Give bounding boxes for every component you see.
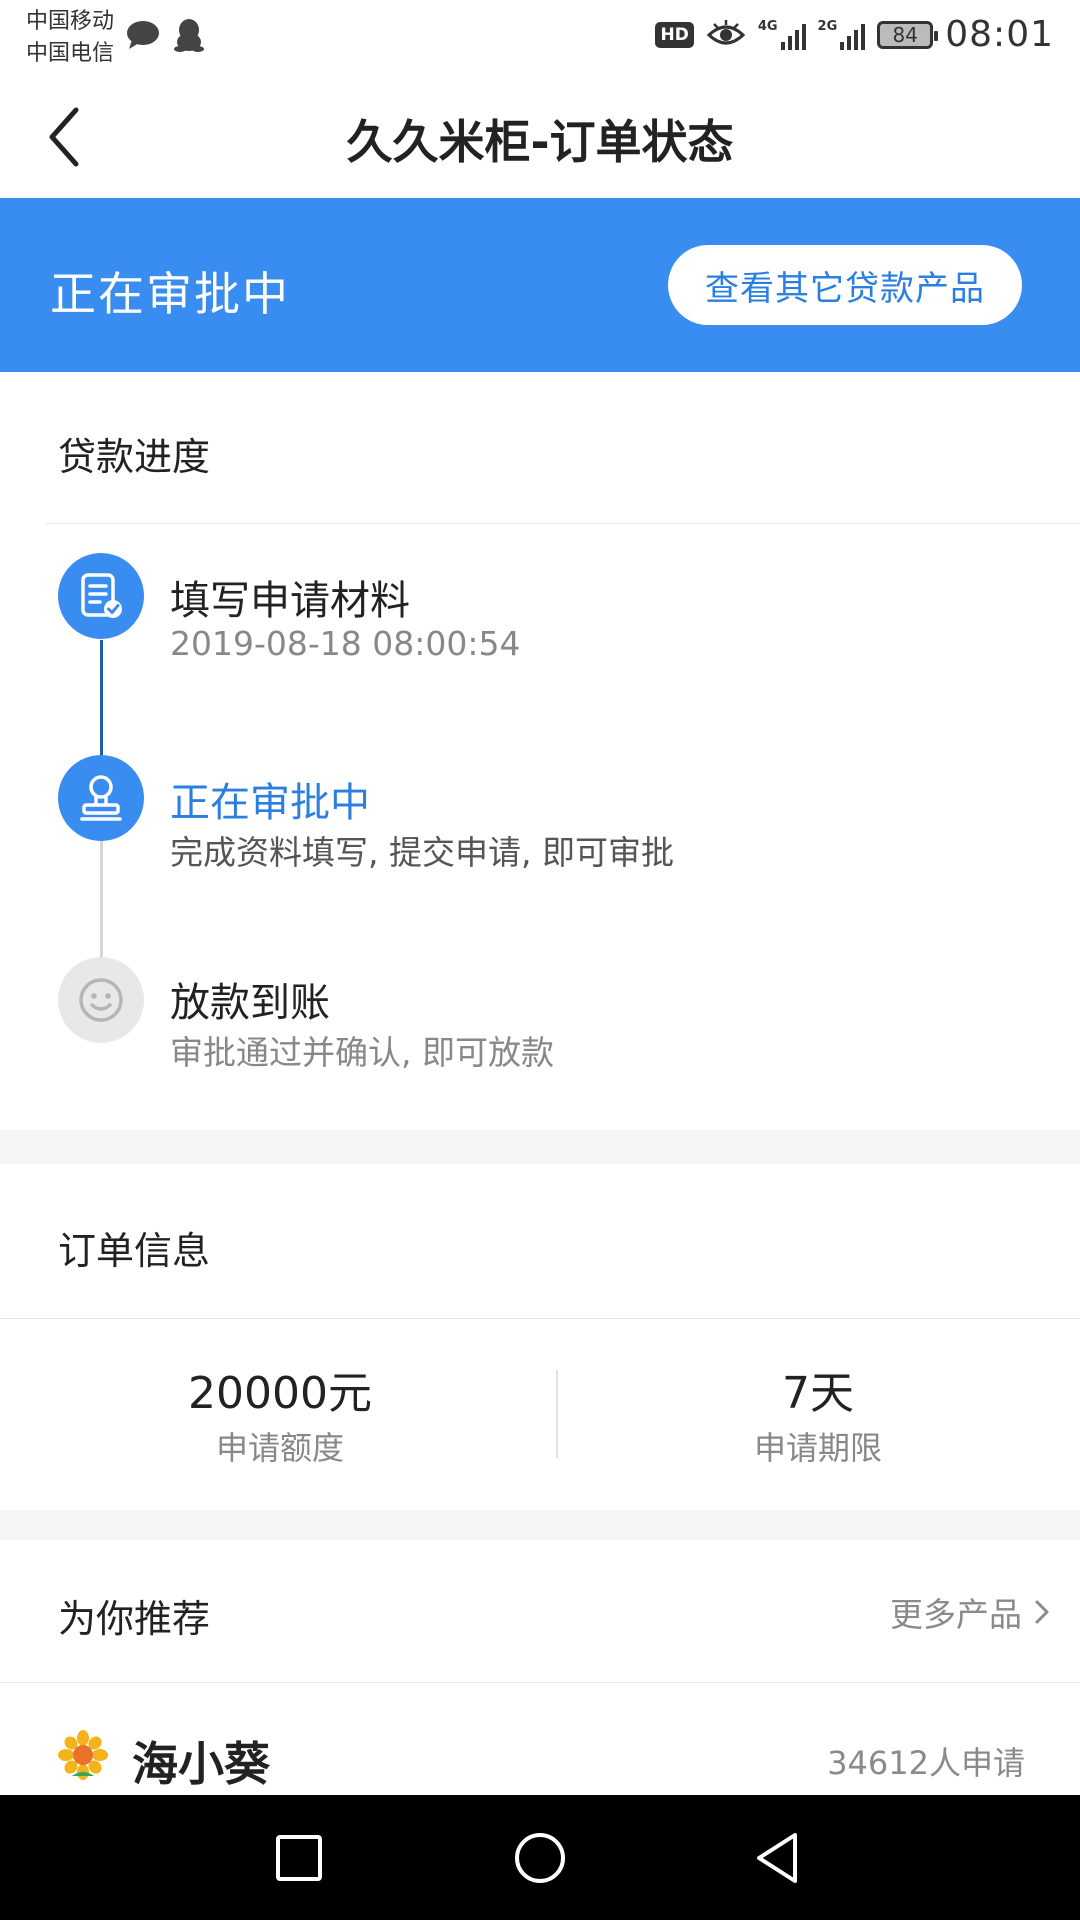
clock: 08:01: [945, 14, 1054, 55]
product-applicants: 34612人申请: [827, 1744, 1025, 1782]
recent-apps-button[interactable]: [264, 1823, 334, 1893]
carrier-info: 中国移动 中国电信: [26, 6, 114, 70]
status-banner: 正在审批中 查看其它贷款产品: [0, 198, 1080, 372]
product-name: 海小葵: [132, 1737, 270, 1791]
divider: [0, 1318, 1080, 1319]
stamp-icon: [80, 775, 122, 821]
more-products-link[interactable]: 更多产品: [890, 1588, 1050, 1636]
divider: [46, 523, 1080, 524]
step-1-time: 2019-08-18 08:00:54: [170, 624, 521, 663]
recommend-title: 为你推荐: [58, 1597, 211, 1641]
term-block: 7天 申请期限: [548, 1366, 1080, 1470]
section-gap: [0, 1130, 1080, 1164]
chevron-right-icon: [1035, 1600, 1049, 1624]
term-label: 申请期限: [753, 1429, 882, 1467]
message-bubble-icon: [127, 21, 159, 49]
approval-status: 正在审批中: [50, 267, 290, 321]
step-2-title: 正在审批中: [170, 780, 370, 826]
timeline-connector-pending: [100, 840, 103, 958]
progress-section-title: 贷款进度: [58, 435, 211, 479]
screen: 中国移动 中国电信 HD 4G 2G 84 08:01 久久米柜-订单状态 正在…: [0, 0, 1080, 1920]
signal-bars-icon: [780, 20, 806, 50]
system-indicators: HD 4G 2G 84 08:01: [655, 14, 1054, 55]
hd-badge: HD: [655, 21, 694, 48]
qq-penguin-icon: [174, 19, 204, 52]
more-products-label: 更多产品: [890, 1595, 1022, 1634]
sunflower-icon: [58, 1730, 108, 1780]
net-label-2: 2G: [817, 18, 838, 34]
amount-block: 20000元 申请额度: [10, 1366, 550, 1470]
section-gap: [0, 1510, 1080, 1540]
net-label-1: 4G: [757, 18, 778, 34]
amount-value: 20000元: [188, 1368, 372, 1419]
order-info-title: 订单信息: [58, 1229, 211, 1273]
home-icon: [515, 1833, 565, 1883]
timeline-connector-done: [100, 640, 103, 758]
notification-icons: [126, 18, 204, 52]
step-1-icon-circle: [58, 553, 144, 639]
system-nav-bar: [0, 1795, 1080, 1920]
carrier-2: 中国电信: [26, 41, 115, 66]
title-bar: 久久米柜-订单状态: [0, 76, 1080, 198]
view-other-loans-button[interactable]: 查看其它贷款产品: [668, 245, 1022, 325]
signal-2g: 2G: [817, 18, 866, 50]
step-3-desc: 审批通过并确认, 即可放款: [170, 1033, 554, 1072]
term-value: 7天: [782, 1368, 854, 1419]
amount-label: 申请额度: [215, 1429, 344, 1467]
product-item[interactable]: 海小葵 34612人申请: [0, 1680, 1080, 1795]
status-bar: 中国移动 中国电信 HD 4G 2G 84 08:01: [0, 0, 1080, 76]
step-3-icon-circle: [58, 957, 144, 1043]
back-triangle-icon: [757, 1833, 797, 1883]
battery-level: 84: [892, 22, 918, 47]
smiley-icon: [79, 978, 123, 1022]
signal-4g: 4G: [757, 18, 806, 50]
step-2-desc: 完成资料填写, 提交申请, 即可审批: [170, 833, 674, 872]
nav-back-button[interactable]: [745, 1823, 815, 1893]
step-3-title: 放款到账: [170, 980, 330, 1026]
step-1-title: 填写申请材料: [170, 578, 410, 624]
carrier-1: 中国移动: [26, 9, 115, 34]
battery-icon: 84: [877, 20, 939, 49]
home-button[interactable]: [505, 1823, 575, 1893]
signal-bars-icon: [840, 20, 866, 50]
eye-comfort-icon: [706, 19, 746, 44]
step-2-icon-circle: [58, 755, 144, 841]
document-check-icon: [81, 573, 122, 618]
recent-apps-icon: [276, 1835, 322, 1881]
page-title: 久久米柜-订单状态: [346, 115, 734, 169]
